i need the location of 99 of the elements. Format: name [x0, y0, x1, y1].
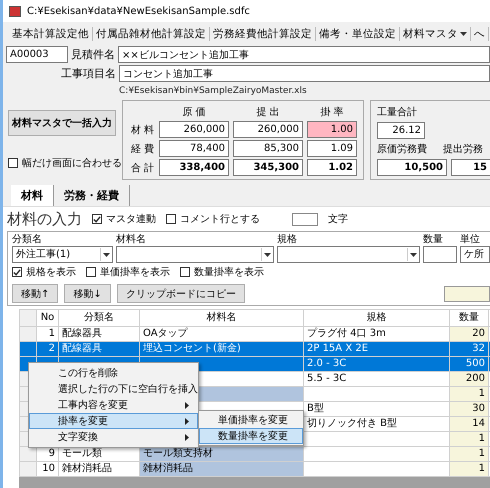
checkbox[interactable] — [86, 267, 96, 277]
toolbar-button[interactable]: クリップボードにコピー — [116, 284, 245, 303]
checkbox[interactable] — [166, 214, 176, 224]
column-header: No — [36, 310, 58, 326]
table-cell: 500 — [450, 356, 488, 372]
text-label: 文字 — [328, 212, 348, 226]
column-header: 分類名 — [58, 310, 140, 326]
item-field[interactable]: コンセント追加工事 — [119, 65, 490, 82]
menu-item[interactable]: 文字変換 — [29, 429, 198, 445]
table-cell: 雑材消耗品 — [140, 462, 304, 476]
menu-item[interactable]: 基本計算設定他 — [9, 26, 93, 40]
cost-field[interactable]: 1.09 — [307, 140, 357, 157]
option-label: 数量掛率を表示 — [194, 266, 264, 279]
column-header: 規格 — [304, 310, 450, 326]
table-cell: 20 — [450, 326, 488, 342]
submit-labor-label: 提出労務 — [443, 142, 483, 156]
toolbar-button[interactable]: 移動↑ — [12, 284, 58, 303]
field-label: 規格 — [277, 233, 298, 246]
section-title: 材料の入力 — [7, 210, 82, 228]
table-cell: 配線器具 — [58, 342, 140, 356]
cost-field[interactable]: 85,300 — [233, 140, 303, 157]
submit-labor-field[interactable]: 15 — [451, 159, 490, 176]
checkbox[interactable] — [92, 214, 102, 224]
bulk-input-button[interactable]: 材料マスタで一括入力 — [8, 110, 116, 136]
menu-item[interactable]: 材料マスタ — [400, 26, 471, 40]
cost-field[interactable]: 1.02 — [307, 159, 357, 176]
row-label: 経 費 — [131, 142, 155, 156]
item-label: 工事項目名 — [60, 66, 116, 81]
table-cell: 1 — [450, 432, 488, 446]
app-icon — [9, 6, 21, 16]
row-label: 合 計 — [131, 162, 155, 174]
submenu-arrow-icon — [185, 434, 189, 440]
menu-item[interactable]: 付属品雑材他計算設定 — [93, 26, 210, 40]
code-field[interactable]: A00003 — [6, 46, 68, 63]
estimate-field[interactable]: ××ビルコンセント追加工事 — [118, 46, 490, 63]
combo-box[interactable] — [277, 246, 420, 263]
column-header: 材料名 — [140, 310, 304, 326]
labor-cost-label: 原価労務費 — [377, 142, 427, 156]
input-field[interactable]: ケ所 — [460, 246, 490, 263]
labor-total-label: 工量合計 — [377, 106, 418, 119]
tab[interactable]: 材料 — [11, 185, 54, 206]
table-cell: 2P 15A X 2E — [304, 342, 450, 356]
color-swatch[interactable] — [292, 212, 318, 226]
field-label: 材料名 — [116, 233, 147, 246]
column-header: 数量 — [450, 310, 488, 326]
table-cell: 雑材消耗品 — [58, 462, 140, 476]
option-label: コメント行とする — [180, 213, 260, 226]
menu-item[interactable]: 労務経費他計算設定 — [210, 26, 316, 40]
table-cell: 1 — [450, 462, 488, 476]
field-label: 分類名 — [12, 233, 43, 246]
input-field[interactable] — [423, 246, 457, 263]
menu-item[interactable]: 備考・単位設定 — [316, 26, 400, 40]
combo-box[interactable] — [116, 246, 274, 263]
master-path: C:¥Esekisan¥bin¥SampleZairyoMaster.xls — [119, 86, 308, 96]
note-field — [444, 286, 490, 302]
menu-item[interactable]: 掛率を変更 — [29, 413, 198, 429]
table-cell: 32 — [450, 342, 488, 356]
labor-total-field[interactable]: 26.12 — [377, 122, 425, 139]
table-row[interactable]: 10 雑材消耗品 雑材消耗品 1 — [20, 462, 490, 476]
estimate-label: 見積件名 — [71, 47, 115, 62]
table-cell: 200 — [450, 372, 488, 386]
table-cell: 1 — [450, 446, 488, 462]
field-label: 単位 — [460, 233, 481, 246]
table-cell: 30 — [450, 402, 488, 416]
cost-field[interactable]: 1.00 — [307, 121, 357, 138]
checkbox[interactable] — [12, 267, 22, 277]
menu-item[interactable]: 数量掛率を変更 — [199, 428, 303, 444]
column-header: 原 価 — [181, 106, 207, 119]
checkbox[interactable] — [8, 158, 18, 168]
fit-width-label: 幅だけ画面に合わせる — [22, 157, 122, 170]
option-label: 規格を表示 — [26, 266, 76, 279]
cost-field[interactable]: 260,000 — [233, 121, 303, 138]
column-header: 掛 率 — [319, 106, 345, 119]
column-header: 提 出 — [255, 106, 281, 119]
option-label: 単価掛率を表示 — [100, 266, 170, 279]
combo-box[interactable]: 外注工事(1) — [12, 246, 113, 263]
caret-icon — [460, 32, 467, 36]
table-cell: 埋込コンセント(新金) — [140, 342, 304, 356]
table-cell: 1 — [450, 386, 488, 402]
labor-cost-field[interactable]: 10,500 — [377, 159, 447, 176]
menu-item[interactable]: へ — [471, 26, 489, 40]
table-cell: 14 — [450, 416, 488, 432]
table-cell: 10 — [36, 462, 58, 476]
submenu-arrow-icon — [185, 418, 189, 424]
window-title: C:¥Esekisan¥data¥NewEsekisanSample.sdfc — [27, 6, 250, 16]
table-cell: 5.5 - 3C — [304, 372, 450, 386]
cost-field[interactable]: 345,300 — [233, 159, 303, 176]
cost-field[interactable]: 260,000 — [159, 121, 229, 138]
table-cell: モール類支持材 — [140, 446, 304, 462]
checkbox[interactable] — [180, 267, 190, 277]
toolbar-button[interactable]: 移動↓ — [64, 284, 111, 303]
table-row[interactable]: 2 配線器具 埋込コンセント(新金) 2P 15A X 2E 32 — [20, 342, 490, 356]
row-label: 材 料 — [131, 124, 155, 136]
table-cell: 2.0 - 3C — [304, 356, 450, 372]
cost-field[interactable]: 78,400 — [159, 140, 229, 157]
cost-field[interactable]: 338,400 — [159, 159, 229, 176]
field-label: 数量 — [423, 233, 444, 246]
option-label: マスタ連動 — [106, 212, 156, 226]
submenu-arrow-icon — [185, 402, 189, 408]
